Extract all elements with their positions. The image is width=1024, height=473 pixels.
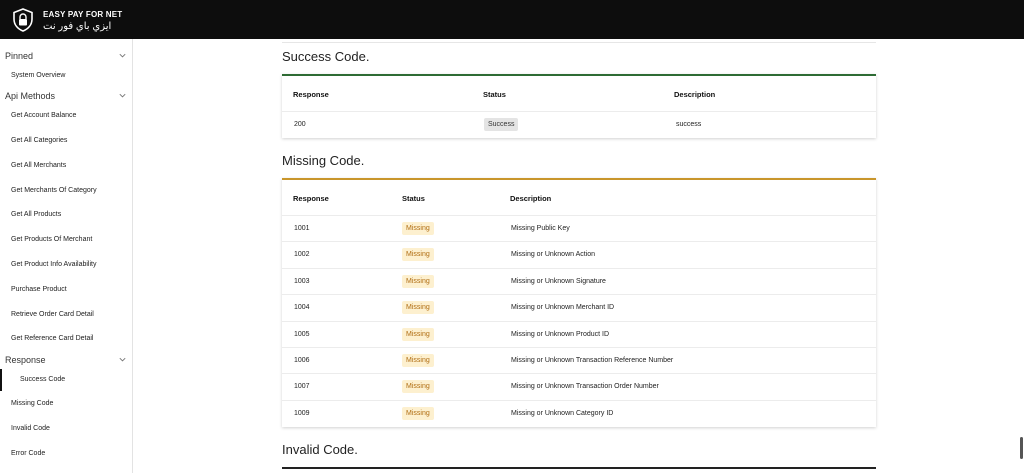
- sidebar-item-get-products-of-merchant[interactable]: Get Products Of Merchant: [11, 236, 131, 243]
- sidebar-section-response[interactable]: Response: [5, 355, 127, 365]
- shield-lock-icon: [13, 8, 33, 32]
- status-badge: Missing: [402, 248, 434, 262]
- chevron-down-icon[interactable]: [118, 91, 127, 100]
- sidebar-item-success-code[interactable]: Success Code: [0, 369, 132, 391]
- description: Missing or Unknown Transaction Reference…: [511, 356, 674, 364]
- description: success: [676, 121, 702, 128]
- description: Missing Public Key: [511, 225, 570, 232]
- table-body: 1001 Missing Missing Public Key 1002 Missing…: [282, 216, 876, 427]
- description: Missing or Unknown Category ID: [511, 409, 614, 417]
- table-row: 1005 Missing Missing or Unknown Product ID: [282, 322, 876, 348]
- sidebar-item-invalid-code[interactable]: Invalid Code: [11, 425, 131, 432]
- chevron-down-icon[interactable]: [118, 355, 127, 364]
- brand-name-en: EASY PAY FOR NET: [43, 9, 123, 19]
- sidebar-item-get-product-info-availability[interactable]: Get Product Info Availability: [11, 261, 131, 268]
- success-code-heading: Success Code.: [282, 49, 370, 64]
- response-code: 1009: [294, 409, 310, 417]
- status-badge: Missing: [402, 406, 434, 420]
- sidebar-item-get-all-categories[interactable]: Get All Categories: [11, 137, 131, 144]
- status-badge: Missing: [402, 380, 434, 394]
- sidebar: Pinned System Overview Api Methods Get A…: [0, 39, 133, 473]
- table-row: 1001 Missing Missing Public Key: [282, 216, 876, 243]
- brand-name-ar: ايزي باي فور نت: [43, 20, 112, 32]
- column-header-status: Status: [402, 194, 425, 203]
- response-code: 1003: [294, 277, 310, 285]
- status-badge: Missing: [402, 353, 434, 367]
- response-code: 1001: [294, 225, 310, 232]
- status-badge: Missing: [402, 222, 434, 235]
- sidebar-item-get-all-products[interactable]: Get All Products: [11, 211, 131, 218]
- description: Missing or Unknown Product ID: [511, 330, 610, 338]
- table-row: 1002 Missing Missing or Unknown Action: [282, 242, 876, 269]
- table-row: 1003 Missing Missing or Unknown Signature: [282, 269, 876, 296]
- sidebar-item-retrieve-order-card-detail[interactable]: Retrieve Order Card Detail: [11, 311, 131, 318]
- success-code-table: Response Status Description 200 Success …: [282, 74, 876, 138]
- column-header-description: Description: [510, 194, 552, 203]
- table-row: 1004 Missing Missing or Unknown Merchant I…: [282, 295, 876, 322]
- table-row: 200 Success success: [282, 112, 876, 138]
- main-content: Success Code. Response Status Descriptio…: [134, 39, 1024, 473]
- status-badge: Missing: [402, 327, 434, 341]
- response-code: 1007: [294, 383, 310, 391]
- table-header: Response Status Description: [282, 180, 876, 216]
- description: Missing or Unknown Merchant ID: [511, 304, 615, 312]
- table-row: 1006 Missing Missing or Unknown Transactio…: [282, 348, 876, 375]
- top-header: EASY PAY FOR NET ايزي باي فور نت: [0, 0, 1024, 39]
- sidebar-section-pinned[interactable]: Pinned: [5, 51, 127, 61]
- chevron-down-icon[interactable]: [118, 51, 127, 60]
- column-header-response: Response: [293, 90, 329, 99]
- divider: [282, 42, 876, 43]
- table-row: 1009 Missing Missing or Unknown Category I…: [282, 401, 876, 427]
- status-badge: Success: [484, 118, 519, 131]
- sidebar-item-get-all-merchants[interactable]: Get All Merchants: [11, 162, 131, 169]
- brand-logo[interactable]: EASY PAY FOR NET ايزي باي فور نت: [11, 8, 122, 32]
- response-code: 1002: [294, 251, 310, 259]
- description: Missing or Unknown Transaction Order Num…: [511, 383, 659, 391]
- sidebar-item-get-account-balance[interactable]: Get Account Balance: [11, 112, 131, 119]
- sidebar-item-error-code[interactable]: Error Code: [11, 450, 131, 457]
- sidebar-item-system-overview[interactable]: System Overview: [11, 72, 131, 79]
- description: Missing or Unknown Signature: [511, 277, 606, 285]
- table-row: 1007 Missing Missing or Unknown Transactio…: [282, 374, 876, 401]
- invalid-code-table-top-border: [282, 467, 876, 469]
- status-badge: Missing: [402, 274, 434, 288]
- missing-code-heading: Missing Code.: [282, 153, 365, 168]
- column-header-response: Response: [293, 194, 329, 203]
- response-code: 1006: [294, 356, 310, 364]
- sidebar-item-get-reference-card-detail[interactable]: Get Reference Card Detail: [11, 335, 131, 342]
- response-code: 200: [294, 121, 306, 128]
- sidebar-item-get-merchants-of-category[interactable]: Get Merchants Of Category: [11, 187, 131, 194]
- sidebar-item-purchase-product[interactable]: Purchase Product: [11, 286, 131, 293]
- table-header: Response Status Description: [282, 76, 876, 112]
- sidebar-item-missing-code[interactable]: Missing Code: [11, 400, 131, 407]
- invalid-code-heading: Invalid Code.: [282, 442, 358, 457]
- scrollbar-thumb[interactable]: [1020, 437, 1023, 459]
- response-code: 1004: [294, 304, 310, 312]
- description: Missing or Unknown Action: [511, 251, 596, 259]
- response-code: 1005: [294, 330, 310, 338]
- status-badge: Missing: [402, 301, 434, 315]
- column-header-status: Status: [483, 90, 506, 99]
- column-header-description: Description: [674, 90, 716, 99]
- sidebar-section-api-methods[interactable]: Api Methods: [5, 91, 127, 101]
- missing-code-table: Response Status Description 1001 Missing M…: [282, 178, 876, 428]
